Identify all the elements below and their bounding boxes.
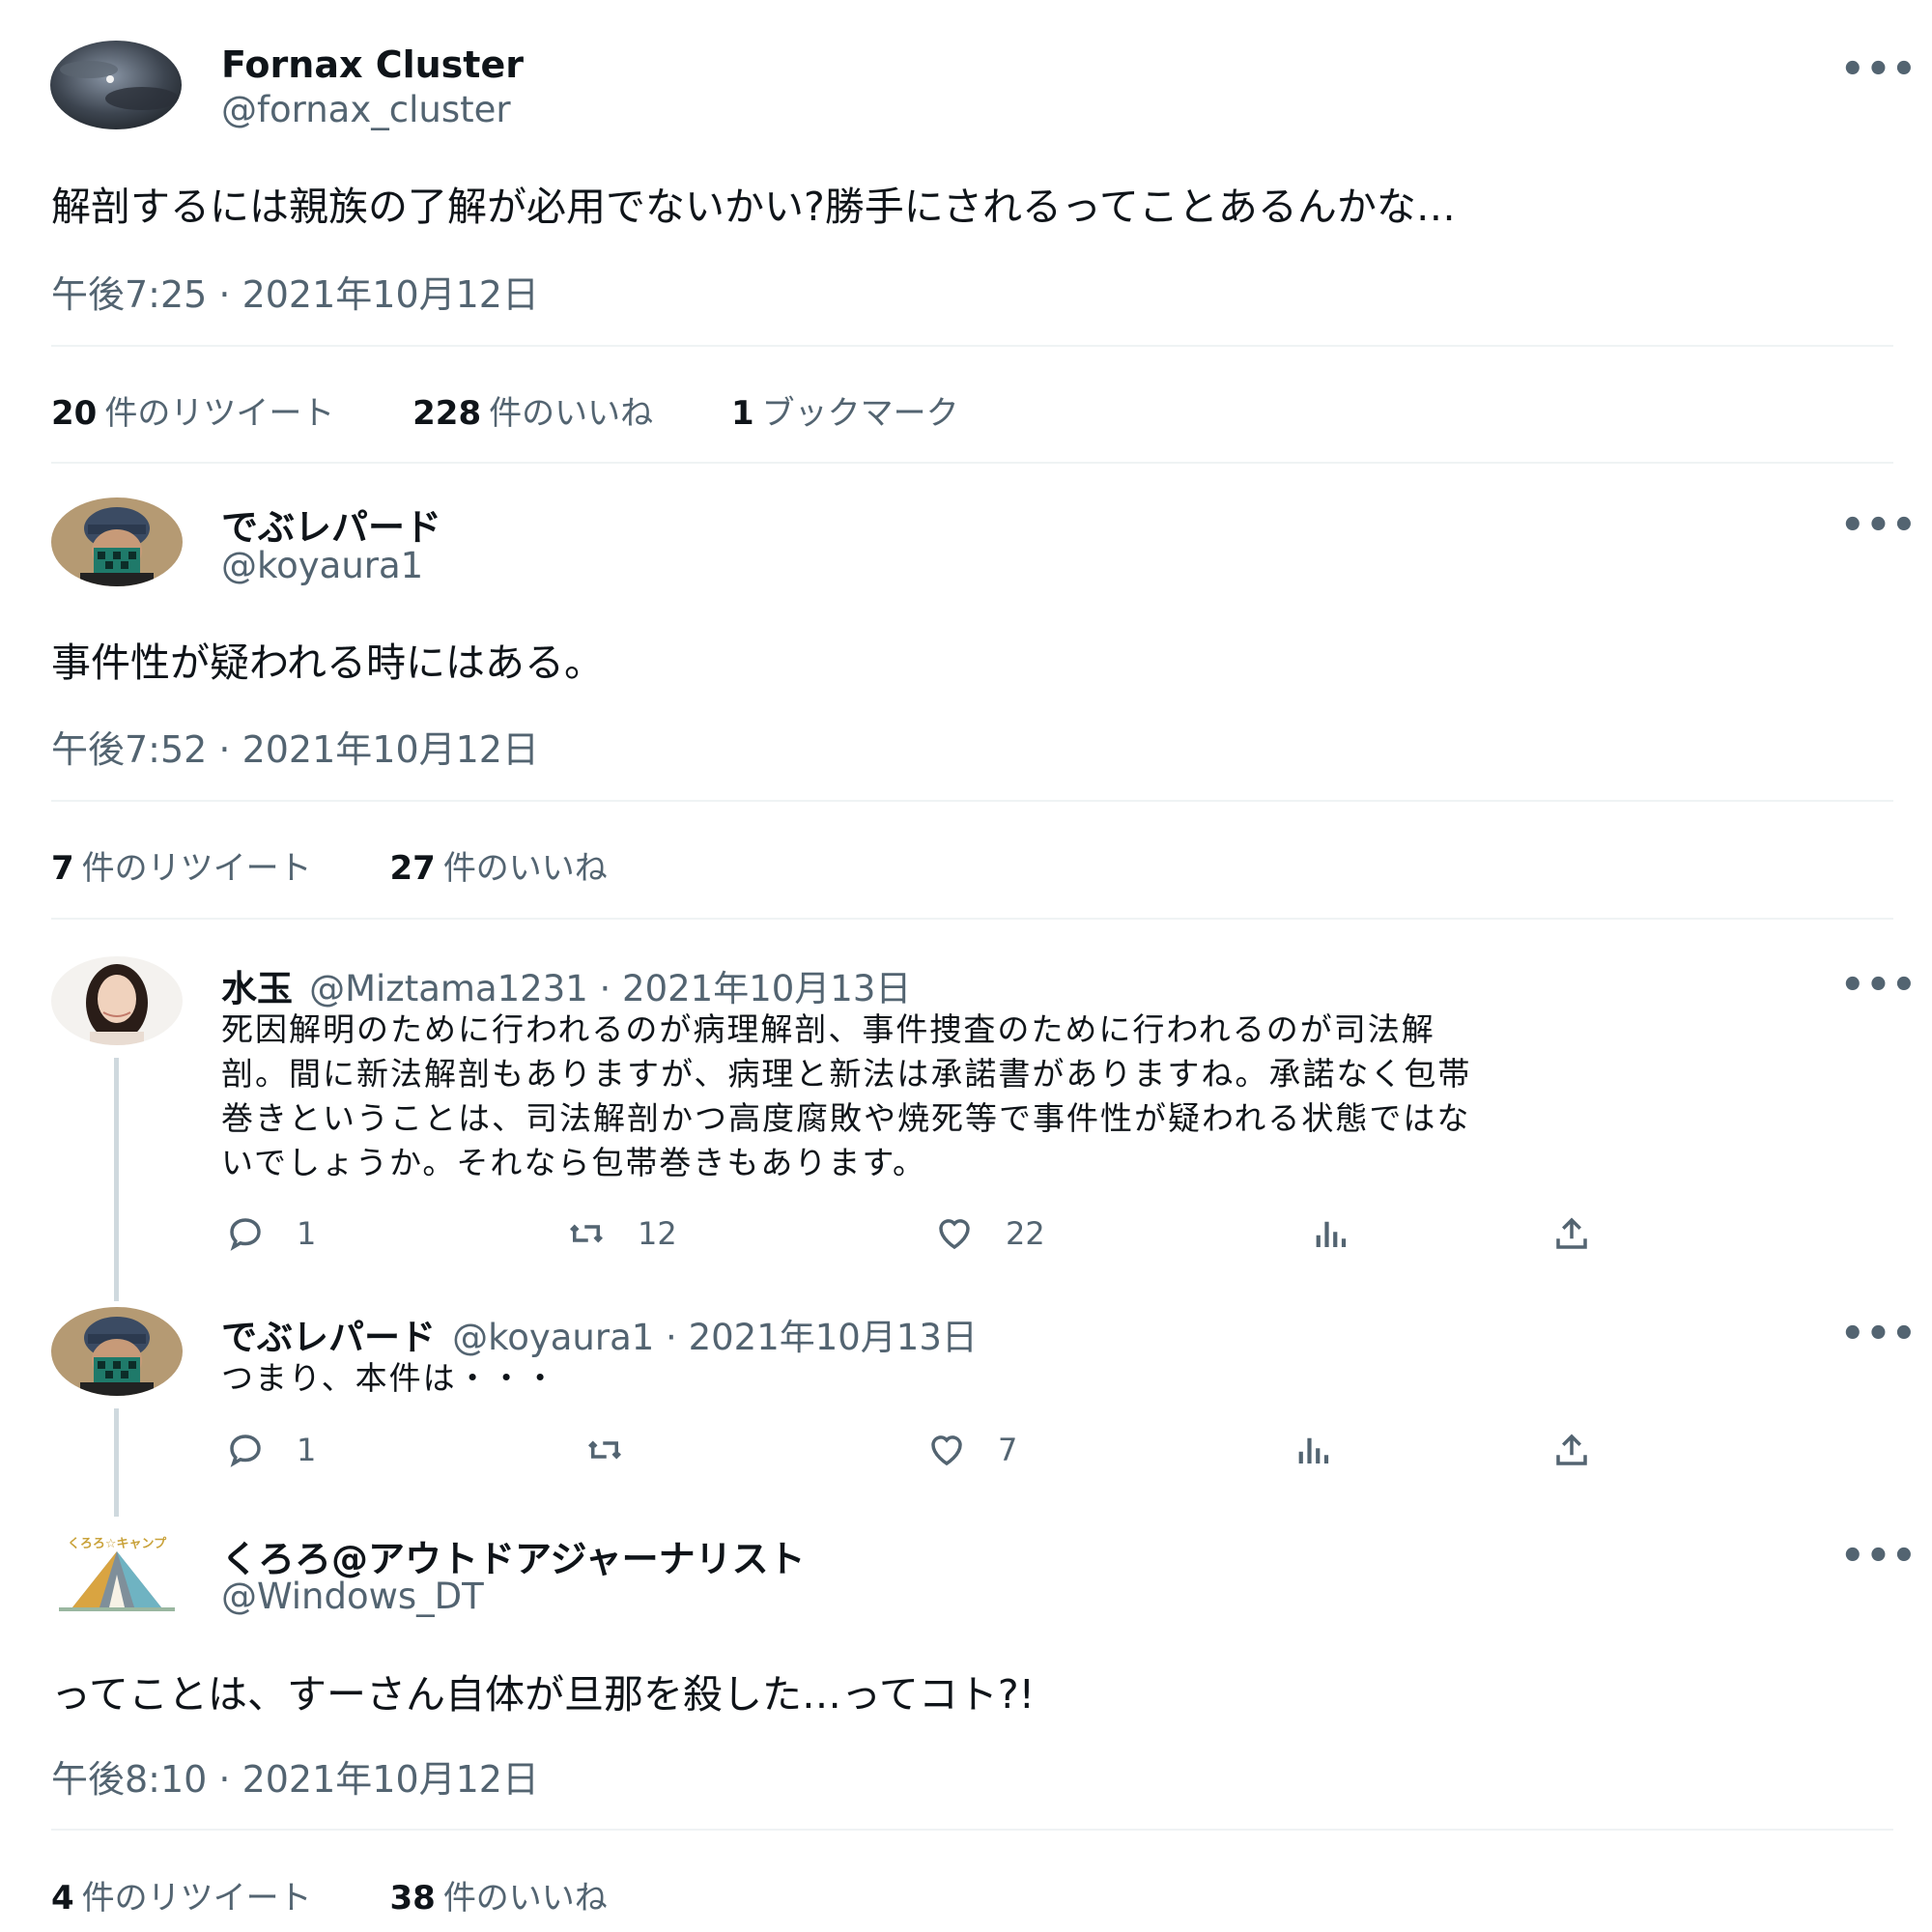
author-handle[interactable]: @Windows_DT: [221, 1576, 484, 1617]
author-handle[interactable]: @fornax_cluster: [221, 89, 511, 130]
tweet-timestamp[interactable]: 午後7:25 · 2021年10月12日: [51, 265, 539, 318]
divider: [51, 918, 1893, 920]
author-name[interactable]: くろろ@アウトドアジャーナリスト: [221, 1529, 806, 1582]
retweet-icon: [588, 1440, 621, 1460]
author-name[interactable]: でぶレパード: [221, 1317, 436, 1358]
author-meta[interactable]: @Miztama1231 · 2021年10月13日: [309, 968, 911, 1009]
avatar-koyaura1[interactable]: [51, 497, 183, 586]
divider: [51, 1829, 1893, 1831]
thread-line: [114, 1408, 119, 1517]
reply-button[interactable]: 1: [221, 1430, 316, 1470]
like-count: 22: [1006, 1215, 1045, 1252]
reply-count: 1: [297, 1215, 317, 1252]
like-button[interactable]: 22: [930, 1213, 1045, 1254]
author-name[interactable]: でぶレパード: [221, 497, 441, 551]
like-count: 7: [998, 1432, 1018, 1468]
bookmark-stat[interactable]: 1 ブックマーク: [731, 394, 959, 433]
reply-header: でぶレパード @koyaura1 · 2021年10月13日: [221, 1308, 978, 1360]
reply-text: つまり、本件は・・・: [221, 1359, 558, 1397]
retweet-stat[interactable]: 20 件のリツイート: [51, 394, 334, 433]
reply-text: 死因解明のために行われるのが病理解剖、事件捜査のために行われるのが司法解 剖。間…: [221, 1010, 1472, 1181]
tweet-text: ってことは、すーさん自体が旦那を殺した…ってコト?!: [51, 1671, 1036, 1718]
analytics-button[interactable]: [1306, 1213, 1354, 1254]
tweet-timestamp[interactable]: 午後7:52 · 2021年10月12日: [51, 720, 539, 773]
author-name[interactable]: Fornax Cluster: [221, 43, 524, 86]
avatar-logo: くろろ☆キャンプ: [51, 1526, 183, 1615]
author-handle[interactable]: @koyaura1: [221, 545, 423, 586]
like-icon: [931, 1435, 962, 1466]
author-name[interactable]: 水玉: [221, 968, 293, 1009]
tweet-stats: 4 件のリツイート 38 件のいいね: [51, 1871, 608, 1918]
like-stat[interactable]: 38 件のいいね: [389, 1879, 607, 1918]
tweet-text: 解剖するには親族の了解が必用でないかい?勝手にされるってことあるんかな…: [51, 184, 1456, 230]
reply-icon: [230, 1435, 261, 1467]
like-button[interactable]: 7: [923, 1430, 1017, 1470]
avatar-miztama[interactable]: [51, 956, 183, 1045]
retweet-stat[interactable]: 7 件のリツイート: [51, 849, 312, 888]
more-icon[interactable]: •••: [1840, 506, 1918, 545]
like-stat[interactable]: 228 件のいいね: [412, 394, 653, 433]
analytics-button[interactable]: [1289, 1430, 1337, 1470]
more-icon[interactable]: •••: [1840, 1315, 1918, 1353]
avatar-fornax[interactable]: [50, 41, 182, 129]
author-meta[interactable]: @koyaura1 · 2021年10月13日: [452, 1317, 978, 1358]
retweet-count: 12: [638, 1215, 677, 1252]
retweet-stat[interactable]: 4 件のリツイート: [51, 1879, 312, 1918]
share-icon: [1556, 1434, 1587, 1465]
reply-count: 1: [297, 1432, 317, 1468]
like-stat[interactable]: 27 件のいいね: [389, 849, 607, 888]
retweet-button[interactable]: 12: [562, 1213, 677, 1254]
avatar-windows-dt[interactable]: くろろ☆キャンプ: [51, 1526, 183, 1615]
share-button[interactable]: [1548, 1430, 1596, 1470]
reply-header: 水玉 @Miztama1231 · 2021年10月13日: [221, 959, 911, 1011]
tweet-stats: 7 件のリツイート 27 件のいいね: [51, 841, 608, 889]
analytics-icon: [1316, 1221, 1347, 1247]
retweet-button[interactable]: [581, 1430, 656, 1470]
divider: [51, 462, 1893, 464]
svg-text:くろろ☆キャンプ: くろろ☆キャンプ: [68, 1537, 167, 1551]
more-icon[interactable]: •••: [1840, 50, 1918, 89]
reply-button[interactable]: 1: [221, 1213, 316, 1254]
divider: [51, 800, 1893, 802]
avatar-koyaura1[interactable]: [51, 1307, 183, 1396]
share-button[interactable]: [1548, 1213, 1596, 1254]
thread-line: [114, 1058, 119, 1301]
more-icon[interactable]: •••: [1840, 966, 1918, 1005]
divider: [51, 345, 1893, 347]
like-icon: [939, 1219, 970, 1250]
tweet-timestamp[interactable]: 午後8:10 · 2021年10月12日: [51, 1749, 539, 1803]
retweet-icon: [570, 1224, 603, 1243]
tweet-stats: 20 件のリツイート 228 件のいいね 1 ブックマーク: [51, 386, 959, 434]
reply-icon: [230, 1218, 261, 1251]
more-icon[interactable]: •••: [1840, 1537, 1918, 1576]
share-icon: [1556, 1217, 1587, 1249]
tweet-text: 事件性が疑われる時にはある。: [51, 639, 604, 686]
analytics-icon: [1298, 1437, 1329, 1463]
